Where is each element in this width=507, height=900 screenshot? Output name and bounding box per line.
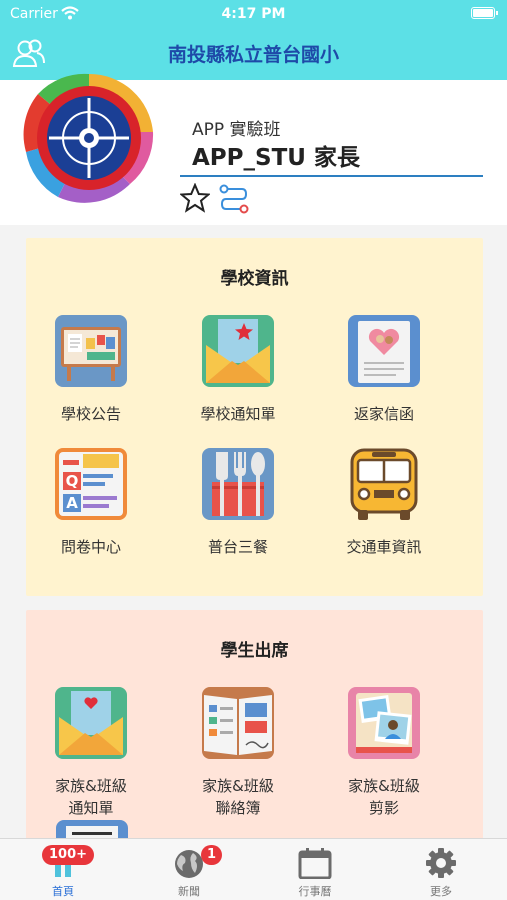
tile-label: 交通車資訊 <box>346 538 422 556</box>
navigation-bar: Carrier 4:17 PM 南投縣私立普台國小 <box>0 0 507 80</box>
tile-label: 家族&班級 通知單 <box>55 777 127 817</box>
tab-bar: 100+ 首頁 1 新聞 行事曆 更多 <box>0 838 507 900</box>
user-name: APP_STU 家長 <box>192 145 360 171</box>
school-info-panel: 學校資訊 學校公告 學校通知單 返家信函 Q A 問卷中心 普台三餐 交通車資訊 <box>26 238 483 596</box>
profile-divider <box>180 175 483 177</box>
tab-more[interactable]: 更多 <box>378 839 504 900</box>
tile-label: 家族&班級 聯絡簿 <box>202 777 274 817</box>
favorite-star-icon[interactable] <box>180 183 210 213</box>
route-icon[interactable] <box>218 183 250 215</box>
class-name: APP 實驗班 <box>192 120 281 140</box>
meals-tile[interactable]: 普台三餐 <box>168 446 308 558</box>
envelope-star-icon <box>202 315 274 387</box>
tab-news[interactable]: 1 新聞 <box>126 839 252 900</box>
calendar-icon <box>298 848 332 879</box>
tab-home[interactable]: 100+ 首頁 <box>0 839 126 900</box>
tile-label: 問卷中心 <box>60 538 121 556</box>
tab-label: 新聞 <box>178 885 200 898</box>
heart-letter-icon <box>348 315 420 387</box>
photo-album-tile[interactable]: 家族&班級 剪影 <box>314 685 454 819</box>
envelope-heart-icon <box>55 687 127 759</box>
questionnaire-tile[interactable]: Q A 問卷中心 <box>21 446 161 558</box>
contact-book-icon <box>202 687 274 759</box>
news-badge: 1 <box>201 845 223 865</box>
tab-label: 行事曆 <box>298 885 332 898</box>
school-bus-tile[interactable]: 交通車資訊 <box>314 446 454 558</box>
contact-book-tile[interactable]: 家族&班級 聯絡簿 <box>168 685 308 819</box>
cutlery-icon <box>202 448 274 520</box>
tile-label: 家族&班級 剪影 <box>348 777 420 817</box>
home-badge: 100+ <box>42 845 95 865</box>
school-logo <box>23 73 154 203</box>
page-title: 南投縣私立普台國小 <box>167 44 339 66</box>
tab-label: 更多 <box>430 885 452 898</box>
school-notice-tile[interactable]: 學校通知單 <box>168 313 308 425</box>
svg-text:Q: Q <box>66 472 79 490</box>
school-announcement-tile[interactable]: 學校公告 <box>21 313 161 425</box>
attendance-panel: 學生出席 家族&班級 通知單 家族&班級 聯絡簿 家族&班級 剪影 <box>26 610 483 850</box>
tile-label: 返家信函 <box>353 405 414 423</box>
attendance-title: 學生出席 <box>220 641 289 661</box>
status-bar: Carrier 4:17 PM <box>0 0 507 28</box>
home-letter-tile[interactable]: 返家信函 <box>314 313 454 425</box>
tab-calendar[interactable]: 行事曆 <box>252 839 378 900</box>
school-info-title: 學校資訊 <box>220 269 289 289</box>
bulletin-board-icon <box>55 315 127 387</box>
status-time: 4:17 PM <box>221 6 286 22</box>
gear-icon <box>426 848 456 878</box>
svg-text:A: A <box>66 494 78 512</box>
bus-icon <box>350 448 418 520</box>
tile-label: 學校公告 <box>60 405 121 423</box>
battery-icon <box>471 7 498 19</box>
tab-label: 首頁 <box>52 885 74 898</box>
family-class-notice-tile[interactable]: 家族&班級 通知單 <box>21 685 161 819</box>
photo-album-icon <box>348 687 420 759</box>
tile-label: 普台三餐 <box>207 538 268 556</box>
tile-label: 學校通知單 <box>200 405 276 423</box>
questionnaire-icon: Q A <box>55 448 127 520</box>
